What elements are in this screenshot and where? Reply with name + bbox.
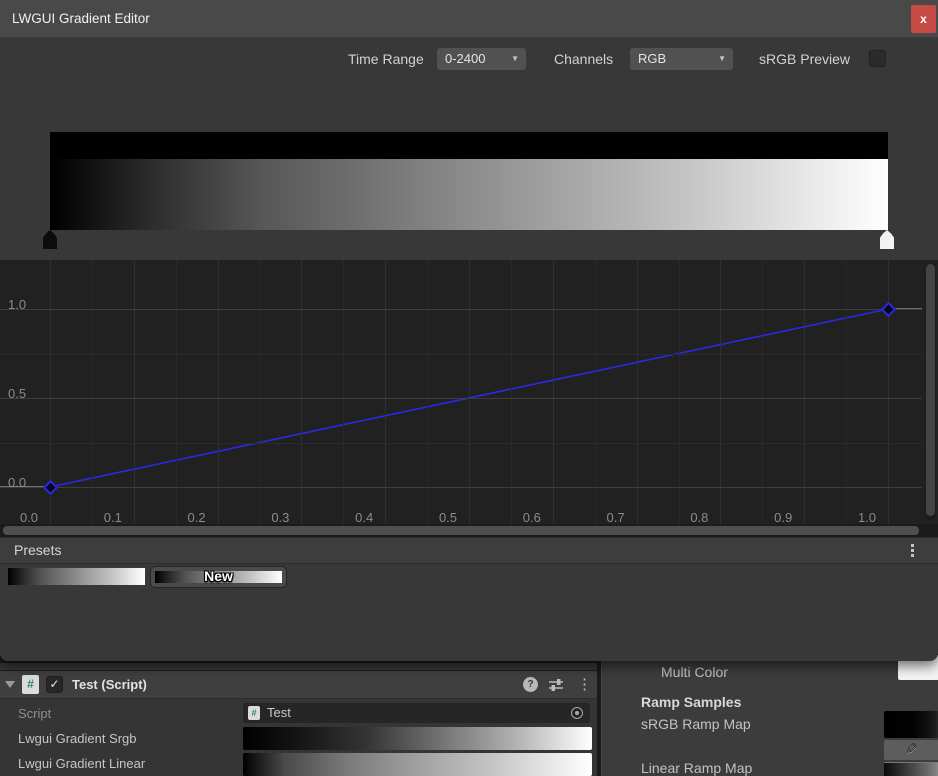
chevron-down-icon: ▼	[511, 48, 519, 70]
gradient-srgb-label: Lwgui Gradient Srgb	[18, 730, 137, 748]
x-axis-tick: 0.8	[685, 510, 713, 525]
x-axis-tick: 0.3	[266, 510, 294, 525]
gridline-h	[0, 398, 922, 399]
channels-value: RGB	[638, 51, 666, 66]
foldout-arrow-icon[interactable]	[5, 681, 15, 688]
x-axis-tick: 0.5	[434, 510, 462, 525]
gradient-stop-start[interactable]	[43, 230, 57, 249]
gridline-h	[0, 443, 922, 444]
y-axis-tick: 1.0	[8, 298, 34, 311]
gridline-v	[888, 260, 889, 524]
y-axis-tick: 0.5	[8, 387, 34, 400]
channels-label: Channels	[554, 48, 613, 70]
gridline-v	[846, 260, 847, 524]
chevron-down-icon: ▼	[718, 48, 726, 70]
horizontal-scrollbar-thumb[interactable]	[3, 526, 919, 535]
window-title: LWGUI Gradient Editor	[12, 0, 150, 37]
x-axis-tick: 0.6	[518, 510, 546, 525]
gridline-v	[134, 260, 135, 524]
close-button[interactable]: x	[911, 5, 936, 33]
srgb-preview-checkbox[interactable]	[869, 50, 886, 67]
title-bar[interactable]: LWGUI Gradient Editor x	[0, 0, 938, 38]
gridline-v	[804, 260, 805, 524]
gridline-v	[679, 260, 680, 524]
kebab-menu-icon[interactable]: ⋮	[577, 675, 592, 694]
edit-ramp-button[interactable]: ✎	[884, 740, 938, 760]
csharp-script-icon: #	[248, 706, 260, 720]
gradient-linear-label: Lwgui Gradient Linear	[18, 755, 145, 773]
gridline-v	[343, 260, 344, 524]
gridline-v	[637, 260, 638, 524]
vertical-scrollbar-thumb[interactable]	[926, 264, 935, 516]
gridline-v	[92, 260, 93, 524]
object-picker-icon[interactable]	[571, 707, 583, 719]
gridline-h	[0, 487, 922, 488]
curve-editor[interactable]: 0.0 0.1 0.2 0.3 0.4 0.5 0.6 0.7 0.8 0.9 1.0 0.0 0.5 1…	[0, 260, 938, 537]
x-axis-tick: 0.4	[350, 510, 378, 525]
gridline-v	[301, 260, 302, 524]
gridline-v	[720, 260, 721, 524]
time-range-value: 0-2400	[445, 51, 485, 66]
preset-new-label: New	[151, 568, 286, 584]
gradient-preview[interactable]	[50, 132, 888, 230]
gridline-v	[511, 260, 512, 524]
srgb-preview-label: sRGB Preview	[759, 48, 850, 70]
presets-title: Presets	[14, 538, 61, 563]
preset-swatch-new[interactable]: New	[150, 566, 287, 588]
csharp-script-icon: #	[22, 675, 39, 694]
help-icon[interactable]: ?	[523, 677, 538, 692]
gradient-srgb-field[interactable]	[243, 727, 592, 750]
kebab-menu-icon[interactable]	[911, 544, 914, 557]
x-axis-tick: 0.9	[769, 510, 797, 525]
script-object-field[interactable]: # Test	[243, 703, 590, 723]
inspector-panel: # ✓ Test (Script) ? ⋮ Script # Test Lwgu…	[0, 663, 597, 776]
vertical-scrollbar[interactable]	[925, 262, 936, 520]
horizontal-scrollbar[interactable]	[0, 524, 938, 537]
component-enabled-checkbox[interactable]: ✓	[46, 676, 63, 693]
channels-dropdown[interactable]: RGB ▼	[630, 48, 733, 70]
srgb-ramp-texture[interactable]	[884, 711, 938, 738]
x-axis-tick: 0.0	[15, 510, 43, 525]
gradient-linear-field[interactable]	[243, 753, 592, 776]
gridline-v	[595, 260, 596, 524]
ramp-samples-header: Ramp Samples	[641, 694, 741, 711]
gridline-h	[0, 309, 922, 310]
gradient-color-strip	[50, 159, 888, 230]
presets-header: Presets	[0, 537, 938, 564]
script-object-value: Test	[267, 703, 291, 723]
linear-ramp-texture[interactable]	[884, 762, 938, 776]
gradient-editor-window: LWGUI Gradient Editor x Time Range 0-240…	[0, 0, 938, 661]
preset-swatch-current[interactable]	[8, 568, 145, 585]
pencil-icon: ✎	[905, 740, 918, 760]
time-range-label: Time Range	[348, 48, 424, 70]
material-panel: Multi Color Ramp Samples sRGB Ramp Map ✎…	[601, 655, 938, 776]
close-icon: x	[920, 12, 927, 26]
gradient-alpha-strip	[50, 132, 888, 159]
gradient-stop-end[interactable]	[880, 230, 894, 249]
presets-slider-icon[interactable]	[548, 678, 564, 697]
gridline-v	[427, 260, 428, 524]
multi-color-label: Multi Color	[661, 664, 728, 681]
time-range-dropdown[interactable]: 0-2400 ▼	[437, 48, 526, 70]
script-row-label: Script	[18, 705, 51, 723]
gridline-v	[176, 260, 177, 524]
component-title: Test (Script)	[72, 671, 147, 698]
gridline-h	[0, 354, 922, 355]
component-header[interactable]: # ✓ Test (Script) ? ⋮	[0, 670, 597, 699]
gridline-v	[385, 260, 386, 524]
check-icon: ✓	[49, 677, 59, 691]
y-axis-tick: 0.0	[8, 476, 34, 489]
srgb-ramp-label: sRGB Ramp Map	[641, 716, 751, 733]
x-axis-tick: 1.0	[853, 510, 881, 525]
gridline-v	[469, 260, 470, 524]
gridline-v	[553, 260, 554, 524]
x-axis-tick: 0.7	[602, 510, 630, 525]
x-axis-tick: 0.2	[183, 510, 211, 525]
x-axis-tick: 0.1	[99, 510, 127, 525]
gridline-v	[260, 260, 261, 524]
linear-ramp-label: Linear Ramp Map	[641, 760, 752, 776]
gridline-v	[762, 260, 763, 524]
gridline-v	[218, 260, 219, 524]
